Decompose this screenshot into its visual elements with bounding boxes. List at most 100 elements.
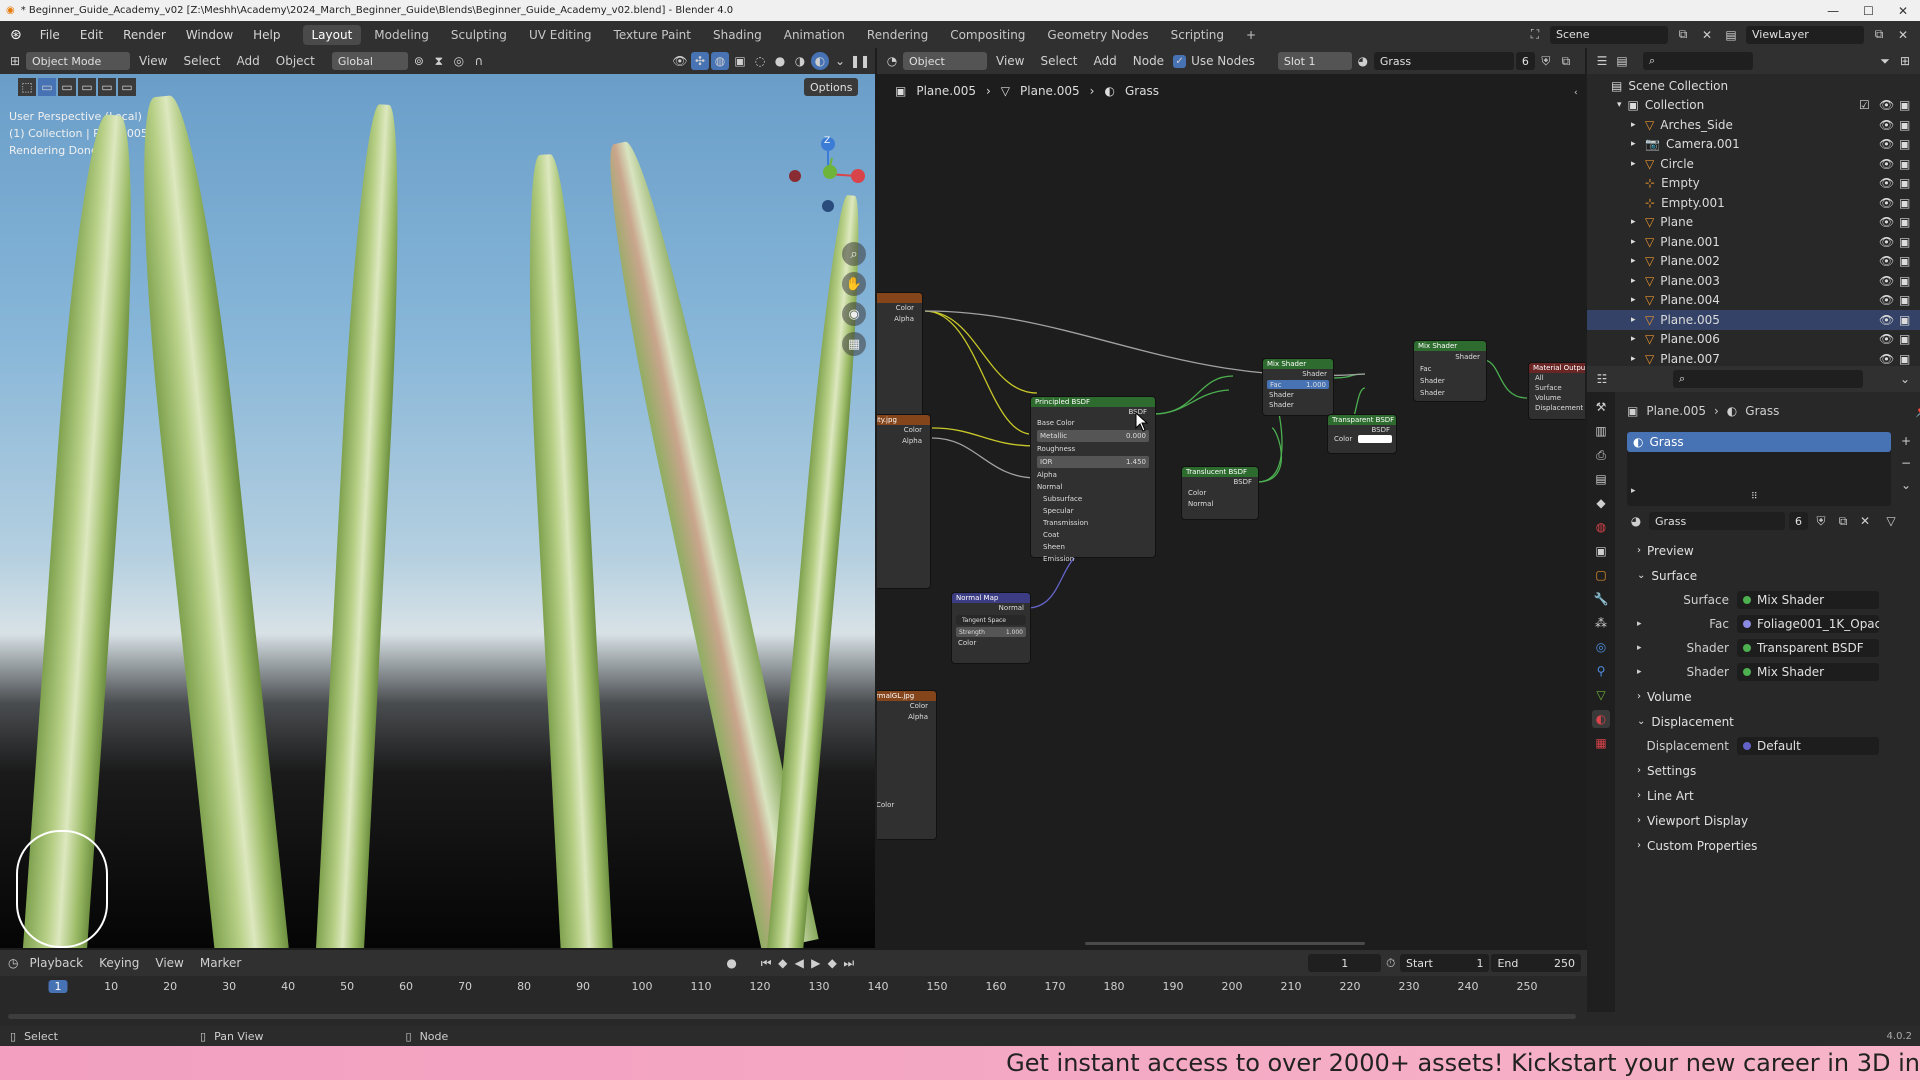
panel-custom-properties[interactable]: › Custom Properties	[1587, 833, 1920, 858]
chevron-right-icon[interactable]: ▸	[1631, 295, 1645, 305]
properties-search-input[interactable]: ⌕	[1673, 370, 1863, 388]
normal-texture-node[interactable]: rmalGL.jpg Color Alpha Color	[877, 690, 937, 840]
normal-space-selector[interactable]: Tangent Space	[956, 615, 1026, 625]
falloff-icon[interactable]: ∩	[470, 52, 488, 70]
shader-node-editor[interactable]: ◔ Object View Select Add Node ✓ Use Node…	[877, 48, 1585, 948]
fake-user-icon[interactable]: ⛨	[1812, 512, 1830, 530]
new-collection-icon[interactable]: ⊞	[1896, 52, 1914, 70]
timeline-menu-keying[interactable]: Keying	[92, 956, 146, 970]
ior-slider[interactable]: IOR 1.450	[1037, 456, 1149, 468]
shading-options-icon[interactable]: ⌄	[831, 52, 849, 70]
normal-map-node[interactable]: Normal Map Normal Tangent Space Strength…	[951, 592, 1031, 664]
properties-editor[interactable]: ☷ ⌕ ⌄ ⚒ ▥ ⎙ ▤ ◆ ◍ ▣ ▢ 🔧 ⁂ ◎ ⚲ ▽ ◐ ▦ ▣ Pl…	[1587, 366, 1920, 1030]
eye-icon[interactable]: 👁	[1879, 332, 1894, 346]
tab-shading[interactable]: Shading	[704, 25, 771, 45]
eye-icon[interactable]: 👁	[1879, 176, 1894, 190]
mix-shader-node[interactable]: Mix Shader Shader Fac Shader Shader	[1413, 340, 1487, 402]
camera-render-icon[interactable]: ▣	[1899, 352, 1910, 366]
jump-end-icon[interactable]: ⏭	[842, 954, 857, 972]
timeline-menu-marker[interactable]: Marker	[193, 956, 248, 970]
eye-icon[interactable]: 👁	[1879, 157, 1894, 171]
playhead-frame-indicator[interactable]: 1	[48, 980, 68, 993]
fac-expand-icon[interactable]: ▸	[1637, 619, 1642, 629]
eye-icon[interactable]: 👁	[1879, 118, 1894, 132]
eye-icon[interactable]: 👁	[1879, 137, 1894, 151]
next-keyframe-icon[interactable]: ◆	[825, 954, 840, 972]
tab-layout[interactable]: Layout	[302, 24, 362, 45]
eye-icon[interactable]: 👁	[1879, 254, 1894, 268]
material-shading-icon[interactable]: ◑	[791, 52, 809, 70]
start-frame-field[interactable]: Start 1	[1399, 954, 1490, 972]
tab-texture-paint[interactable]: Texture Paint	[605, 25, 700, 45]
record-icon[interactable]: ●	[724, 954, 739, 972]
subpanel-subsurface[interactable]: Subsurface	[1043, 493, 1155, 505]
timeline-track[interactable]	[8, 1014, 1576, 1019]
outliner-item[interactable]: ▸ ▽ Plane.003 👁 ▣	[1587, 271, 1920, 291]
maximize-icon[interactable]: ☐	[1863, 4, 1874, 18]
outliner-item[interactable]: ▸ ▽ Plane.002 👁 ▣	[1587, 252, 1920, 272]
subpanel-sheen[interactable]: Sheen	[1043, 541, 1155, 553]
render-tab-icon[interactable]: ▥	[1592, 422, 1610, 440]
menu-edit[interactable]: Edit	[70, 28, 113, 42]
rendered-shading-icon[interactable]: ◐	[811, 52, 829, 70]
outliner-item[interactable]: ⊹ Empty.001 👁 ▣	[1587, 193, 1920, 213]
camera-render-icon[interactable]: ▣	[1899, 293, 1910, 307]
properties-editor-type-icon[interactable]: ☷	[1593, 370, 1611, 388]
play-reverse-icon[interactable]: ◀	[792, 954, 807, 972]
zoom-icon[interactable]: ⌕	[842, 242, 866, 266]
chevron-right-icon[interactable]: ▸	[1631, 120, 1645, 130]
gizmo-toggle-icon[interactable]: ✣	[691, 52, 709, 70]
pivot-icon[interactable]: ⊚	[410, 52, 428, 70]
remove-slot-icon[interactable]: −	[1897, 454, 1915, 472]
solid-shading-icon[interactable]: ●	[771, 52, 789, 70]
menu-window[interactable]: Window	[176, 28, 243, 42]
surface-shader-field[interactable]: Mix Shader	[1737, 591, 1879, 609]
tab-rendering[interactable]: Rendering	[858, 25, 937, 45]
output-tab-icon[interactable]: ⎙	[1592, 446, 1610, 464]
transparent-color-swatch[interactable]	[1358, 435, 1393, 443]
material-users-count[interactable]: 6	[1789, 512, 1808, 530]
outliner-item[interactable]: ▸ ▽ Plane 👁 ▣	[1587, 213, 1920, 233]
proportional-edit-icon[interactable]: ◎	[450, 52, 468, 70]
panel-line-art[interactable]: › Line Art	[1587, 783, 1920, 808]
eye-icon[interactable]: 👁	[1879, 293, 1894, 307]
camera-render-icon[interactable]: ▣	[1899, 137, 1910, 151]
pause-render-icon[interactable]: ❚❚	[850, 52, 870, 70]
menu-help[interactable]: Help	[243, 28, 290, 42]
subpanel-transmission[interactable]: Transmission	[1043, 517, 1155, 529]
tab-geometry-nodes[interactable]: Geometry Nodes	[1038, 25, 1157, 45]
blender-menu-icon[interactable]: ⊛	[10, 27, 22, 43]
mix-shader-node[interactable]: Mix Shader Shader Fac 1.000 Shader Shader	[1262, 358, 1334, 416]
timeline-menu-playback[interactable]: Playback	[23, 956, 91, 970]
outliner-search-input[interactable]: ⌕	[1643, 52, 1753, 70]
viewport-menu-select[interactable]: Select	[176, 54, 227, 68]
play-icon[interactable]: ▶	[808, 954, 823, 972]
shader-a-expand-icon[interactable]: ▸	[1637, 643, 1642, 653]
tab-sculpting[interactable]: Sculpting	[442, 25, 516, 45]
tab-compositing[interactable]: Compositing	[941, 25, 1034, 45]
panel-surface[interactable]: ⌄ Surface	[1587, 563, 1920, 588]
chevron-right-icon[interactable]: ▸	[1631, 139, 1645, 149]
select-box-extend-icon[interactable]: ▭	[58, 78, 76, 96]
camera-render-icon[interactable]: ▣	[1899, 254, 1910, 268]
display-mode-icon[interactable]: ▤	[1613, 52, 1631, 70]
opacity-texture-node[interactable]: ity.jpg Color Alpha	[877, 414, 931, 589]
panel-viewport-display[interactable]: › Viewport Display	[1587, 808, 1920, 833]
chevron-down-icon[interactable]: ▾	[1617, 100, 1622, 110]
node-editor-scrollbar[interactable]	[1085, 942, 1365, 945]
view-layer-tab-icon[interactable]: ▤	[1592, 470, 1610, 488]
eye-icon[interactable]: 👁	[1879, 196, 1894, 210]
tool-tab-icon[interactable]: ⚒	[1592, 398, 1610, 416]
select-box-subtract-icon[interactable]: ▭	[78, 78, 96, 96]
camera-render-icon[interactable]: ▣	[1899, 332, 1910, 346]
camera-render-icon[interactable]: ▣	[1899, 176, 1910, 190]
viewlayer-selector[interactable]: ViewLayer	[1746, 25, 1864, 44]
subpanel-specular[interactable]: Specular	[1043, 505, 1155, 517]
duplicate-material-icon[interactable]: ⧉	[1834, 512, 1852, 530]
outliner-scene-collection[interactable]: ▤ Scene Collection	[1587, 76, 1920, 96]
eye-icon[interactable]: 👁	[1879, 352, 1894, 366]
outliner-item[interactable]: ▸ 📷 Camera.001 👁 ▣	[1587, 135, 1920, 155]
tab-uv-editing[interactable]: UV Editing	[520, 25, 601, 45]
snap-icon[interactable]: ⧗	[430, 52, 448, 70]
metallic-slider[interactable]: Metallic 0.000	[1037, 430, 1149, 442]
